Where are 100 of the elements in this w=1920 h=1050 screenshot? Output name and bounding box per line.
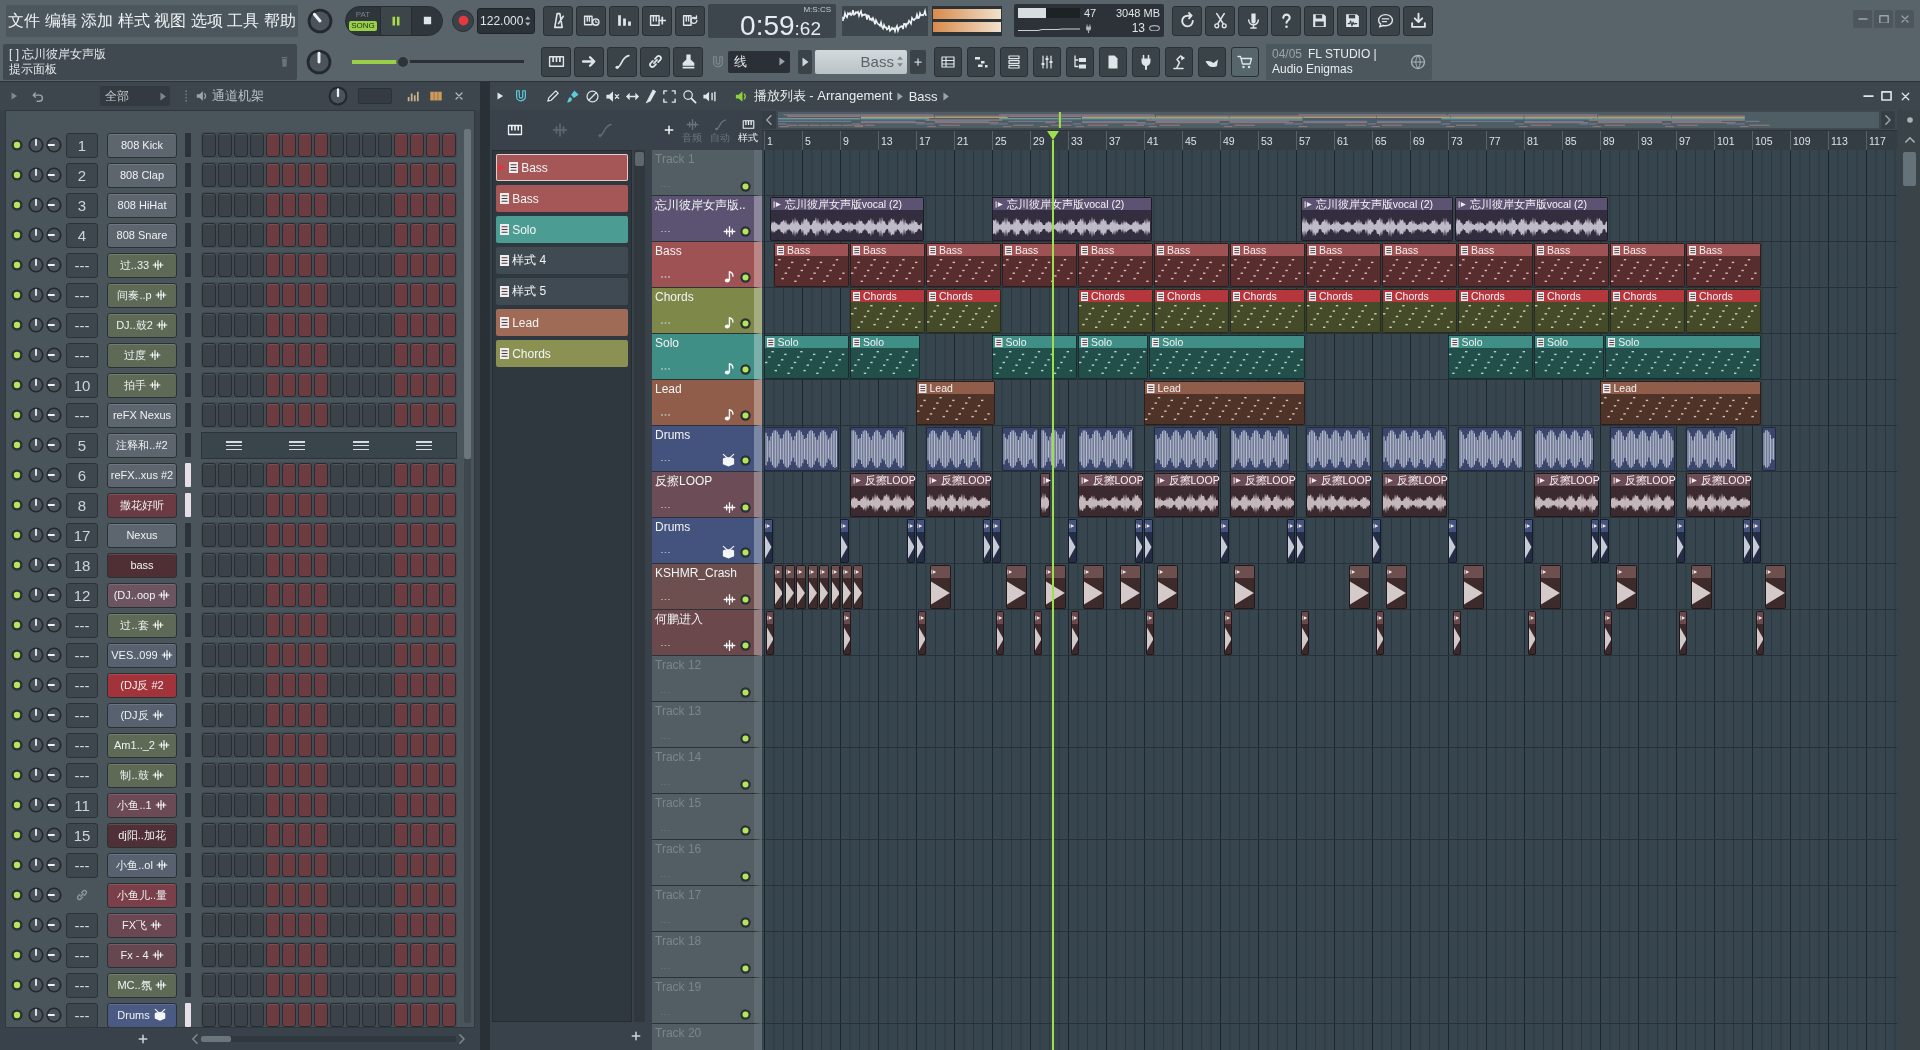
volume-knob[interactable] (46, 887, 62, 903)
sample-clip[interactable] (1033, 611, 1043, 655)
volume-knob[interactable] (46, 137, 62, 153)
pan-knob[interactable] (28, 647, 44, 663)
mute-toggle-led[interactable] (11, 1009, 23, 1021)
audio-clip[interactable]: 反擦LOOP (1533, 473, 1599, 517)
sample-clip[interactable] (1527, 611, 1537, 655)
channel-button[interactable]: (DJ..oop (107, 582, 177, 608)
sample-clip[interactable] (1223, 611, 1233, 655)
track-enable-led[interactable] (740, 963, 751, 974)
channel-button[interactable]: 小鱼..1 (107, 792, 177, 818)
mute-toggle-led[interactable] (11, 169, 23, 181)
sample-clip[interactable] (917, 611, 927, 655)
maximize-button[interactable] (1874, 10, 1893, 28)
channel-select-indicator[interactable] (185, 133, 191, 157)
track-enable-led[interactable] (740, 871, 751, 882)
stamp-button[interactable] (673, 46, 703, 77)
track-header[interactable]: 反擦LOOP (652, 472, 762, 518)
pattern-item[interactable]: 样式 5 (496, 278, 628, 305)
channel-rack-button[interactable] (1000, 46, 1028, 77)
ellipsis-icon[interactable] (661, 598, 670, 601)
mute-toggle-led[interactable] (11, 979, 23, 991)
sample-clip[interactable] (1220, 519, 1229, 563)
pan-knob[interactable] (28, 137, 44, 153)
sample-clip[interactable] (1603, 611, 1613, 655)
channel-select-indicator[interactable] (185, 943, 191, 967)
drum-clip[interactable] (1001, 427, 1039, 471)
mute-toggle-led[interactable] (11, 889, 23, 901)
channel-select-indicator[interactable] (185, 313, 191, 337)
track-enable-led[interactable] (740, 502, 751, 513)
pattern-item[interactable]: Lead (496, 309, 628, 336)
pattern-clip[interactable]: Bass (1229, 243, 1305, 287)
channel-select-indicator[interactable] (185, 553, 191, 577)
mixer-track-field[interactable]: 8 (66, 492, 98, 518)
pattern-item[interactable]: Bass (496, 185, 628, 212)
channel-button[interactable]: FX飞 (107, 912, 177, 938)
mute-toggle-led[interactable] (11, 289, 23, 301)
pan-knob[interactable] (28, 557, 44, 573)
sample-clip[interactable] (1134, 519, 1143, 563)
channel-button[interactable]: Nexus (107, 522, 177, 548)
sample-clip[interactable] (1157, 565, 1179, 609)
pattern-item[interactable]: Bass (496, 154, 628, 181)
pattern-clip[interactable]: Solo (1604, 335, 1761, 379)
track-enable-led[interactable] (740, 181, 751, 192)
stop-button[interactable] (411, 6, 442, 35)
mixer-track-field[interactable]: 2 (66, 162, 98, 188)
track-header[interactable]: Drums (652, 518, 762, 564)
volume-knob[interactable] (46, 167, 62, 183)
channel-select-indicator[interactable] (185, 253, 191, 277)
channel-select-indicator[interactable] (185, 193, 191, 217)
pan-knob[interactable] (28, 947, 44, 963)
mute-toggle-led[interactable] (11, 229, 23, 241)
channel-select-indicator[interactable] (185, 223, 191, 247)
mixer-track-field[interactable]: --- (66, 762, 98, 788)
channel-select-indicator[interactable] (185, 463, 191, 487)
track-enable-led[interactable] (740, 547, 751, 558)
pattern-clip[interactable]: Lead (916, 381, 995, 425)
pan-knob[interactable] (28, 827, 44, 843)
sample-clip[interactable] (1590, 519, 1599, 563)
channel-button[interactable]: (DJ反 #2 (107, 672, 177, 698)
channel-select-indicator[interactable] (185, 583, 191, 607)
channel-select-indicator[interactable] (185, 973, 191, 997)
channel-button[interactable]: (DJ反 (107, 702, 177, 728)
channel-select-indicator[interactable] (185, 493, 191, 517)
audio-clip[interactable]: 反擦LOOP (925, 473, 991, 517)
channel-select-indicator[interactable] (185, 433, 191, 457)
pattern-clip[interactable]: Chords (1077, 289, 1153, 333)
menu-item[interactable]: 帮助 (263, 10, 296, 31)
close-button[interactable] (1895, 10, 1914, 28)
ellipsis-icon[interactable] (661, 230, 670, 233)
audio-clip[interactable]: 反擦LOOP (1229, 473, 1295, 517)
curve-button[interactable] (607, 46, 637, 77)
drum-clip[interactable] (925, 427, 982, 471)
channel-button[interactable]: reFX Nexus (107, 402, 177, 428)
sample-clip[interactable] (916, 519, 925, 563)
channel-select-indicator[interactable] (185, 673, 191, 697)
audio-clip[interactable]: 反擦LOOP (1685, 473, 1751, 517)
scrollbar-thumb[interactable] (1903, 152, 1916, 186)
menu-item[interactable]: 文件 (8, 10, 41, 31)
channel-button[interactable]: Drums (107, 1002, 177, 1027)
scroll-right-button[interactable] (1881, 111, 1895, 129)
volume-knob[interactable] (46, 647, 62, 663)
sample-clip[interactable] (764, 519, 773, 563)
pattern-clip[interactable]: Chords (1381, 289, 1457, 333)
menu-item[interactable]: 编辑 (44, 10, 77, 31)
tempo-field[interactable]: 122.000 (477, 7, 535, 34)
channel-button[interactable]: 间奏..p (107, 282, 177, 308)
channel-select-indicator[interactable] (185, 823, 191, 847)
sample-clip[interactable] (842, 611, 852, 655)
pan-knob[interactable] (28, 677, 44, 693)
menu-item[interactable]: 工具 (227, 10, 260, 31)
pattern-clip[interactable]: Lead (1600, 381, 1761, 425)
drum-clip[interactable] (1077, 427, 1134, 471)
blocks-icon[interactable] (429, 89, 444, 103)
scissors-button[interactable] (1205, 5, 1235, 36)
pan-knob[interactable] (28, 917, 44, 933)
sample-clip[interactable] (796, 565, 807, 609)
ellipsis-icon[interactable] (661, 459, 670, 462)
bar-graph-icon[interactable] (406, 89, 421, 103)
pattern-clip[interactable]: Bass (1533, 243, 1609, 287)
